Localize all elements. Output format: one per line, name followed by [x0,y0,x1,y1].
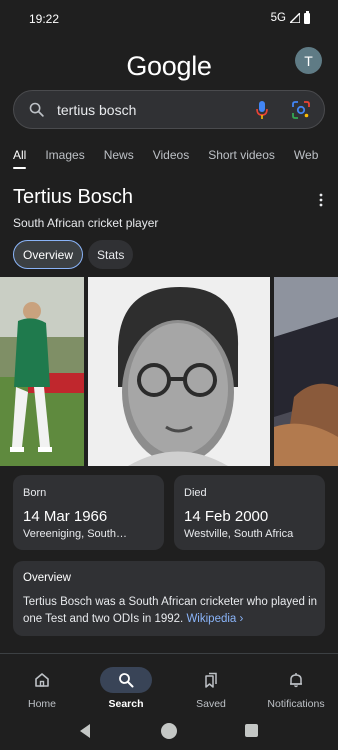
search-icon [119,673,134,688]
died-label: Died [184,487,207,499]
microphone-icon[interactable] [255,100,269,120]
nav-search-label: Search [108,698,144,710]
overview-card: Overview Tertius Bosch was a South Afric… [13,561,325,636]
nav-home[interactable]: Home [0,655,84,715]
overview-text: Tertius Bosch was a South African cricke… [23,594,319,628]
tab-short-videos[interactable]: Short videos [208,148,275,162]
born-place: Vereeniging, South… [23,528,127,540]
home-button[interactable] [161,723,177,739]
status-time: 19:22 [29,12,60,26]
back-icon[interactable] [78,723,92,739]
entity-title: Tertius Bosch [13,186,134,208]
photo-thumbnail[interactable] [274,277,338,466]
overview-description: Tertius Bosch was a South African cricke… [23,596,318,625]
more-options-icon[interactable] [319,193,323,207]
recent-apps-button[interactable] [245,724,258,737]
search-icon [29,102,44,117]
account-avatar[interactable]: T [295,47,322,74]
tab-news[interactable]: News [104,148,134,162]
tab-images[interactable]: Images [45,148,84,162]
battery-icon [304,10,310,24]
search-tabs: All Images News Videos Short videos Web [13,148,337,169]
born-card[interactable]: Born 14 Mar 1966 Vereeniging, South… [13,475,164,550]
network-type: 5G [270,12,286,24]
bottom-navigation: Home Search Saved Notifications [0,655,338,715]
signal-icon [290,13,300,23]
bookmarks-icon [205,672,217,688]
divider [0,653,338,654]
chip-stats[interactable]: Stats [88,240,134,269]
nav-search[interactable]: Search [84,655,168,715]
search-bar[interactable]: tertius bosch [13,90,325,129]
system-navigation [0,715,338,750]
wikipedia-link[interactable]: Wikipedia › [186,613,243,625]
died-place: Westville, South Africa [184,528,294,540]
chip-overview[interactable]: Overview [13,240,84,269]
nav-saved-label: Saved [196,698,226,710]
died-date: 14 Feb 2000 [184,508,269,525]
status-indicators: 5G [270,10,310,24]
image-carousel[interactable] [0,277,338,466]
tab-videos[interactable]: Videos [153,148,189,162]
bell-icon [290,673,302,688]
portrait-photo[interactable] [88,277,270,466]
nav-home-label: Home [27,698,56,710]
nav-saved[interactable]: Saved [169,655,253,715]
born-date: 14 Mar 1966 [23,508,108,525]
tab-web[interactable]: Web [294,148,318,162]
google-lens-icon[interactable] [292,101,310,119]
nav-notifications[interactable]: Notifications [254,655,338,715]
google-logo[interactable]: Google [0,51,338,82]
born-label: Born [23,487,47,499]
cricketer-action-photo[interactable] [0,277,84,466]
tab-all[interactable]: All [13,148,27,169]
status-bar: 19:22 5G [0,0,338,38]
entity-chips: Overview Stats [13,240,134,269]
entity-subtitle: South African cricket player [13,216,159,230]
overview-label: Overview [23,572,71,584]
nav-notifications-label: Notifications [267,698,325,710]
died-card[interactable]: Died 14 Feb 2000 Westville, South Africa [174,475,325,550]
home-icon [35,673,49,687]
search-input[interactable]: tertius bosch [57,102,136,118]
